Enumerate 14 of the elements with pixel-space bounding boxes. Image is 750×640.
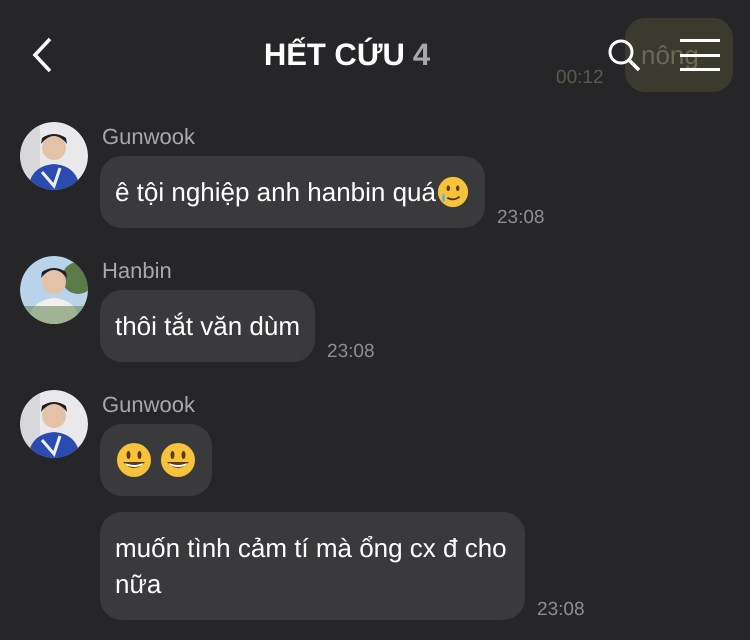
sender-name: Hanbin bbox=[102, 258, 173, 284]
message-time: 23:08 bbox=[537, 598, 585, 622]
message-time: 23:08 bbox=[327, 340, 375, 364]
sender-name: Gunwook bbox=[102, 392, 196, 418]
smiling-face-with-tear-icon bbox=[436, 175, 470, 209]
grinning-face-icon bbox=[160, 442, 196, 478]
message-bubble: thôi tắt văn dùm bbox=[100, 290, 315, 362]
sender-name: Gunwook bbox=[102, 124, 196, 150]
member-count: 4 bbox=[412, 36, 430, 74]
message-bubble: muốn tình cảm tí mà ổng cx đ cho nữa bbox=[100, 512, 525, 620]
chat-title: HẾT CỨU bbox=[264, 36, 405, 74]
message-bubble: ê tội nghiệp anh hanbin quá bbox=[100, 156, 485, 228]
message-time: 23:08 bbox=[496, 206, 544, 230]
grinning-face-icon bbox=[116, 442, 152, 478]
